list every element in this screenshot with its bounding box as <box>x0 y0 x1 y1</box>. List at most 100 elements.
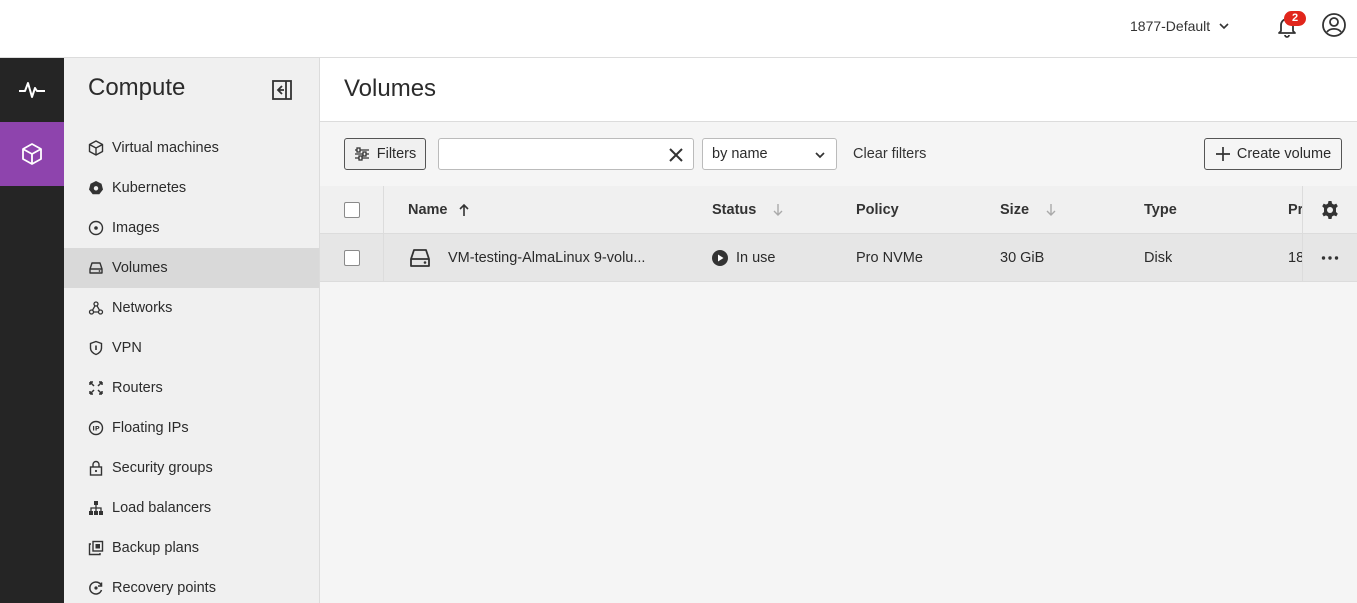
account-icon[interactable] <box>1321 12 1347 38</box>
column-header-name[interactable]: Name <box>408 186 470 234</box>
plus-icon <box>1215 147 1230 161</box>
column-divider <box>383 186 384 234</box>
row-type-cell: Disk <box>1144 250 1173 266</box>
column-header-policy[interactable]: Policy <box>856 186 899 234</box>
sidebar: Compute Virtual machines Kubernetes Imag… <box>64 58 320 603</box>
sidebar-nav: Virtual machines Kubernetes Images Volum… <box>64 128 319 603</box>
row-status-cell: In use <box>712 234 776 282</box>
sidebar-item-label: Load balancers <box>112 500 212 516</box>
drive-icon <box>88 260 104 276</box>
page-title: Volumes <box>344 75 437 102</box>
page-header: Volumes <box>320 58 1357 122</box>
column-type-label: Type <box>1144 202 1177 218</box>
column-divider <box>383 234 384 282</box>
sidebar-item-label: Security groups <box>112 460 213 476</box>
row-actions-button[interactable] <box>1303 234 1357 282</box>
column-header-status[interactable]: Status <box>712 186 784 234</box>
close-icon[interactable] <box>667 146 685 164</box>
top-bar: 1877-Default 2 <box>0 0 1357 58</box>
row-checkbox[interactable] <box>344 250 360 266</box>
sidebar-item-kubernetes[interactable]: Kubernetes <box>64 168 319 208</box>
shield-icon <box>88 340 104 356</box>
row-name-cell: VM-testing-AlmaLinux 9-volu... <box>408 234 698 282</box>
row-select-cell <box>344 234 360 282</box>
sort-ascending-icon <box>458 203 470 217</box>
compute-icon <box>22 143 42 165</box>
table-row[interactable]: VM-testing-AlmaLinux 9-volu... In use Pr… <box>320 234 1357 282</box>
column-header-type[interactable]: Type <box>1144 186 1177 234</box>
sidebar-item-virtual-machines[interactable]: Virtual machines <box>64 128 319 168</box>
project-selector[interactable]: 1877-Default <box>1130 15 1230 37</box>
network-icon <box>88 300 104 316</box>
row-project-cell: 18 <box>1288 250 1303 266</box>
sidebar-item-label: Volumes <box>112 260 168 276</box>
rail-item-compute[interactable] <box>0 122 64 186</box>
volume-name-link[interactable]: VM-testing-AlmaLinux 9-volu... <box>448 250 645 266</box>
ip-icon: IP <box>88 420 104 436</box>
toolbar: Filters by name Clear filters Create vol… <box>320 122 1357 186</box>
sidebar-item-networks[interactable]: Networks <box>64 288 319 328</box>
sidebar-item-label: Floating IPs <box>112 420 189 436</box>
chevron-down-icon <box>815 152 825 159</box>
rail-item-monitoring[interactable] <box>0 58 64 122</box>
table-header: Name Status Policy Size Type Pr <box>320 186 1357 234</box>
sort-descending-icon <box>1045 203 1057 217</box>
drive-icon <box>410 249 430 267</box>
lock-icon <box>88 460 104 476</box>
sidebar-item-backup-plans[interactable]: Backup plans <box>64 528 319 568</box>
sidebar-item-load-balancers[interactable]: Load balancers <box>64 488 319 528</box>
clear-filters-link[interactable]: Clear filters <box>853 146 926 162</box>
monitoring-icon <box>19 82 45 98</box>
sidebar-item-label: VPN <box>112 340 142 356</box>
select-all-cell <box>344 186 360 234</box>
sort-select[interactable]: by name <box>702 138 837 170</box>
select-all-checkbox[interactable] <box>344 202 360 218</box>
sidebar-title: Compute <box>88 74 186 101</box>
svg-text:IP: IP <box>92 425 99 433</box>
filters-button[interactable]: Filters <box>344 138 426 170</box>
column-header-size[interactable]: Size <box>1000 186 1057 234</box>
project-name: 1877-Default <box>1130 18 1211 34</box>
cube-icon <box>88 140 104 156</box>
sidebar-item-label: Virtual machines <box>112 140 219 156</box>
column-name-label: Name <box>408 202 448 218</box>
more-horizontal-icon <box>1321 256 1339 260</box>
play-circle-icon <box>712 250 728 266</box>
sidebar-item-images[interactable]: Images <box>64 208 319 248</box>
sidebar-item-label: Backup plans <box>112 540 200 556</box>
sidebar-item-floating-ips[interactable]: IP Floating IPs <box>64 408 319 448</box>
row-size-cell: 30 GiB <box>1000 250 1045 266</box>
column-policy-label: Policy <box>856 202 899 218</box>
sidebar-item-label: Images <box>112 220 160 236</box>
sidebar-item-vpn[interactable]: VPN <box>64 328 319 368</box>
status-text: In use <box>736 250 776 266</box>
kubernetes-icon <box>88 180 104 196</box>
sidebar-item-label: Kubernetes <box>112 180 187 196</box>
chevron-down-icon <box>1219 23 1229 30</box>
column-status-label: Status <box>712 202 757 218</box>
sidebar-item-routers[interactable]: Routers <box>64 368 319 408</box>
sidebar-item-recovery-points[interactable]: Recovery points <box>64 568 319 603</box>
backup-icon <box>88 540 104 556</box>
sliders-icon <box>354 147 369 161</box>
volumes-table: Name Status Policy Size Type Pr VM-testi… <box>320 186 1357 282</box>
search-field <box>438 138 694 170</box>
column-project-label: Pr <box>1288 202 1303 218</box>
recovery-icon <box>88 580 104 596</box>
collapse-sidebar-icon[interactable] <box>270 78 294 102</box>
sort-descending-icon <box>772 203 784 217</box>
app-rail <box>0 58 64 603</box>
table-settings-button[interactable] <box>1303 186 1357 234</box>
router-icon <box>88 380 104 396</box>
filters-label: Filters <box>376 146 417 162</box>
main-content: Volumes Filters by name Clear filters Cr… <box>320 58 1357 603</box>
gear-icon <box>1322 201 1338 219</box>
sidebar-item-volumes[interactable]: Volumes <box>64 248 319 288</box>
sidebar-item-label: Routers <box>112 380 163 396</box>
hierarchy-icon <box>88 500 104 516</box>
column-header-project[interactable]: Pr <box>1288 186 1303 234</box>
sidebar-item-security-groups[interactable]: Security groups <box>64 448 319 488</box>
search-input[interactable] <box>439 139 659 169</box>
notification-badge: 2 <box>1284 11 1306 26</box>
create-volume-button[interactable]: Create volume <box>1204 138 1342 170</box>
